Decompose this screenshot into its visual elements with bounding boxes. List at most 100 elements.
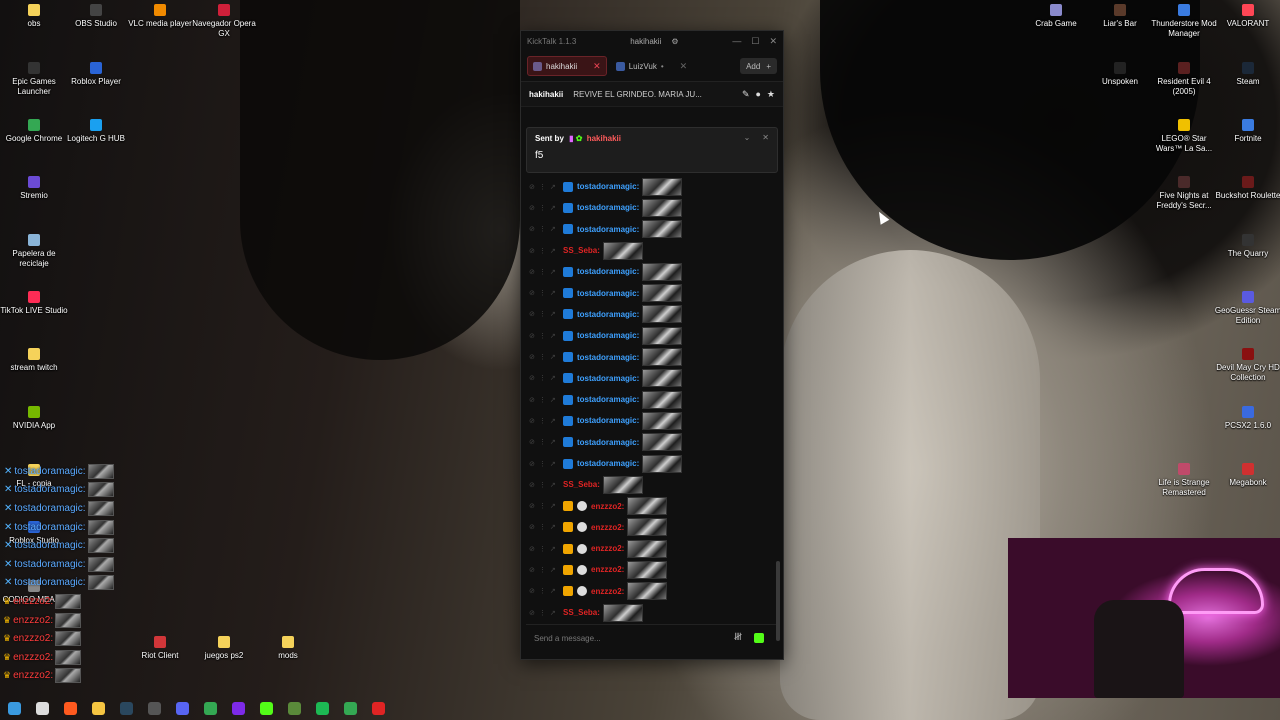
message-actions-icon[interactable]: ⊘⋮↗ <box>529 268 563 276</box>
chevron-down-icon[interactable]: ⌄ <box>744 133 751 142</box>
spotify-icon[interactable] <box>316 701 329 715</box>
chat-message[interactable]: ⊘⋮↗ tostadoramagic: <box>521 197 777 218</box>
desktop-icon-thunderstore-mod-manager[interactable]: Thunderstore Mod Manager <box>1150 4 1218 39</box>
emote-picker-icon[interactable]: 𝍸 <box>734 630 742 647</box>
canva-icon[interactable] <box>232 701 245 715</box>
tiktok-live-icon[interactable] <box>372 701 385 715</box>
message-actions-icon[interactable]: ⊘⋮↗ <box>529 438 563 446</box>
message-actions-icon[interactable]: ⊘⋮↗ <box>529 289 563 297</box>
kick-icon[interactable] <box>260 701 273 715</box>
message-actions-icon[interactable]: ⊘⋮↗ <box>529 609 563 617</box>
chat-input[interactable]: Send a message... <box>526 634 734 643</box>
message-actions-icon[interactable]: ⊘⋮↗ <box>529 417 563 425</box>
obs-icon[interactable] <box>148 701 161 715</box>
chat-username[interactable]: tostadoramagic: <box>577 353 639 362</box>
desktop-icon-steam[interactable]: Steam <box>1214 62 1280 87</box>
steam-icon[interactable] <box>120 701 133 715</box>
chat-username[interactable]: enzzzo2: <box>591 523 624 532</box>
pin-icon[interactable]: ✎ <box>742 89 750 100</box>
desktop-icon-five-nights-at-freddy-s-secr[interactable]: Five Nights at Freddy's Secr... <box>1150 176 1218 211</box>
message-actions-icon[interactable]: ⊘⋮↗ <box>529 310 563 318</box>
close-icon[interactable]: ✕ <box>769 36 777 47</box>
chat-message[interactable]: ⊘⋮↗ tostadoramagic: <box>521 261 777 282</box>
message-actions-icon[interactable]: ⊘⋮↗ <box>529 247 563 255</box>
user-icon[interactable]: ● <box>755 89 760 100</box>
desktop-icon-logitech-g-hub[interactable]: Logitech G HUB <box>62 119 130 144</box>
chat-username[interactable]: SS_Seba: <box>563 608 600 617</box>
discord-icon[interactable] <box>176 701 189 715</box>
message-actions-icon[interactable]: ⊘⋮↗ <box>529 460 563 468</box>
message-actions-icon[interactable]: ⊘⋮↗ <box>529 353 563 361</box>
chat-username[interactable]: tostadoramagic: <box>577 459 639 468</box>
message-actions-icon[interactable]: ⊘⋮↗ <box>529 396 563 404</box>
desktop-icon-megabonk[interactable]: Megabonk <box>1214 463 1280 488</box>
desktop-icon-vlc-media-player[interactable]: VLC media player <box>126 4 194 29</box>
chat-username[interactable]: tostadoramagic: <box>577 395 639 404</box>
chat-message[interactable]: ⊘⋮↗ tostadoramagic: <box>521 389 777 410</box>
desktop-icon-resident-evil-4-2005[interactable]: Resident Evil 4 (2005) <box>1150 62 1218 97</box>
desktop-icon-obs-studio[interactable]: OBS Studio <box>62 4 130 29</box>
chat-username[interactable]: enzzzo2: <box>591 502 624 511</box>
chat-username[interactable]: enzzzo2: <box>591 587 624 596</box>
tab-luizvuk[interactable]: LuizVuk • ✕ <box>611 57 693 75</box>
minecraft-icon[interactable] <box>288 701 301 715</box>
chat-username[interactable]: tostadoramagic: <box>577 267 639 276</box>
chat-message[interactable]: ⊘⋮↗ tostadoramagic: <box>521 368 777 389</box>
chat-message[interactable]: ⊘⋮↗ tostadoramagic: <box>521 282 777 303</box>
message-actions-icon[interactable]: ⊘⋮↗ <box>529 225 563 233</box>
desktop-icon-the-quarry[interactable]: The Quarry <box>1214 234 1280 259</box>
chat-message[interactable]: ⊘⋮↗ enzzzo2: <box>521 581 777 602</box>
kick-emote-icon[interactable] <box>754 633 764 643</box>
message-actions-icon[interactable]: ⊘⋮↗ <box>529 374 563 382</box>
desktop-icon-juegos-ps2[interactable]: juegos ps2 <box>190 636 258 661</box>
chat-message[interactable]: ⊘⋮↗ enzzzo2: <box>521 517 777 538</box>
message-actions-icon[interactable]: ⊘⋮↗ <box>529 332 563 340</box>
search-icon[interactable] <box>36 701 49 715</box>
desktop-icon-papelera-de-reciclaje[interactable]: Papelera de reciclaje <box>0 234 68 269</box>
chat-message[interactable]: ⊘⋮↗ tostadoramagic: <box>521 346 777 367</box>
desktop-icon-mods[interactable]: mods <box>254 636 322 661</box>
message-actions-icon[interactable]: ⊘⋮↗ <box>529 204 563 212</box>
message-actions-icon[interactable]: ⊘⋮↗ <box>529 587 563 595</box>
desktop-icon-fortnite[interactable]: Fortnite <box>1214 119 1280 144</box>
chat-message[interactable]: ⊘⋮↗ tostadoramagic: <box>521 304 777 325</box>
desktop-icon-geoguessr-steam-edition[interactable]: GeoGuessr Steam Edition <box>1214 291 1280 326</box>
chat-message[interactable]: ⊘⋮↗ enzzzo2: <box>521 538 777 559</box>
chat-scrollbar[interactable] <box>776 561 780 641</box>
unpin-icon[interactable]: ✕ <box>762 133 769 142</box>
chat-message[interactable]: ⊘⋮↗ SS_Seba: <box>521 474 777 495</box>
chat-message[interactable]: ⊘⋮↗ tostadoramagic: <box>521 325 777 346</box>
desktop-icon-liar-s-bar[interactable]: Liar's Bar <box>1086 4 1154 29</box>
add-channel-button[interactable]: Add + <box>740 58 777 74</box>
chat-username[interactable]: tostadoramagic: <box>577 438 639 447</box>
desktop-icon-devil-may-cry-hd-collection[interactable]: Devil May Cry HD Collection <box>1214 348 1280 383</box>
chat-username[interactable]: SS_Seba: <box>563 480 600 489</box>
desktop-icon-lego-star-wars-la-sa[interactable]: LEGO® Star Wars™ La Sa... <box>1150 119 1218 154</box>
chrome-active-icon[interactable] <box>344 701 357 715</box>
desktop-icon-roblox-player[interactable]: Roblox Player <box>62 62 130 87</box>
maximize-icon[interactable]: ☐ <box>751 36 759 47</box>
chat-message[interactable]: ⊘⋮↗ enzzzo2: <box>521 495 777 516</box>
message-actions-icon[interactable]: ⊘⋮↗ <box>529 566 563 574</box>
settings-icon[interactable]: ⚙ <box>671 37 678 46</box>
message-actions-icon[interactable]: ⊘⋮↗ <box>529 523 563 531</box>
desktop-icon-obs[interactable]: obs <box>0 4 68 29</box>
desktop-icon-nvidia-app[interactable]: NVIDIA App <box>0 406 68 431</box>
chat-username[interactable]: tostadoramagic: <box>577 182 639 191</box>
chat-username[interactable]: tostadoramagic: <box>577 203 639 212</box>
chat-message[interactable]: ⊘⋮↗ enzzzo2: <box>521 559 777 580</box>
chat-message[interactable]: ⊘⋮↗ SS_Seba: <box>521 240 777 261</box>
message-actions-icon[interactable]: ⊘⋮↗ <box>529 502 563 510</box>
close-tab-icon[interactable]: ✕ <box>593 61 601 72</box>
desktop-icon-valorant[interactable]: VALORANT <box>1214 4 1280 29</box>
start-icon[interactable] <box>8 701 21 715</box>
desktop-icon-unspoken[interactable]: Unspoken <box>1086 62 1154 87</box>
message-actions-icon[interactable]: ⊘⋮↗ <box>529 545 563 553</box>
pinned-sender[interactable]: hakihakii <box>587 134 621 143</box>
chat-username[interactable]: SS_Seba: <box>563 246 600 255</box>
desktop-icon-pcsx2-1-6-0[interactable]: PCSX2 1.6.0 <box>1214 406 1280 431</box>
close-tab-icon[interactable]: ✕ <box>680 61 688 72</box>
desktop-icon-google-chrome[interactable]: Google Chrome <box>0 119 68 144</box>
chat-username[interactable]: tostadoramagic: <box>577 374 639 383</box>
chat-username[interactable]: tostadoramagic: <box>577 331 639 340</box>
